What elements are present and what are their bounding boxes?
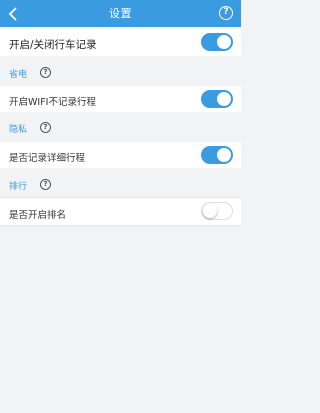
question-circle-icon[interactable]: ? (40, 179, 51, 190)
toggle-switch-wifi[interactable] (201, 90, 233, 108)
main-toggle-label: 开启/关闭行车记录 (9, 39, 97, 51)
toggle-switch-ranking[interactable] (201, 202, 233, 220)
question-circle-icon[interactable]: ? (40, 67, 51, 78)
section-power-saving: 省电 ? (0, 62, 241, 84)
section-ranking: 排行 ? (0, 174, 241, 196)
toggle-label-wifi: 开启WIFI不记录行程 (9, 97, 96, 108)
toggle-row-ranking[interactable]: 是否开启排名 (0, 198, 241, 225)
toggle-row-wifi[interactable]: 开启WIFI不记录行程 (0, 86, 241, 112)
section-privacy: 隐私 ? (0, 117, 241, 139)
toggle-label-ranking: 是否开启排名 (9, 210, 67, 221)
section-title-power-saving: 省电 (9, 70, 28, 80)
question-circle-icon[interactable]: ? (40, 122, 51, 133)
main-toggle-switch[interactable] (201, 33, 233, 51)
app-header: 设置 ? (0, 0, 241, 27)
divider (0, 225, 241, 226)
toggle-switch-detailed-trip[interactable] (201, 146, 233, 164)
toggle-row-detailed-trip[interactable]: 是否记录详细行程 (0, 142, 241, 168)
section-title-privacy: 隐私 (9, 125, 28, 135)
toggle-label-detailed-trip: 是否记录详细行程 (9, 153, 86, 164)
question-circle-icon[interactable]: ? (219, 6, 233, 20)
page-title: 设置 (109, 7, 132, 20)
section-title-ranking: 排行 (9, 182, 28, 192)
main-toggle-row[interactable]: 开启/关闭行车记录 (0, 29, 241, 56)
